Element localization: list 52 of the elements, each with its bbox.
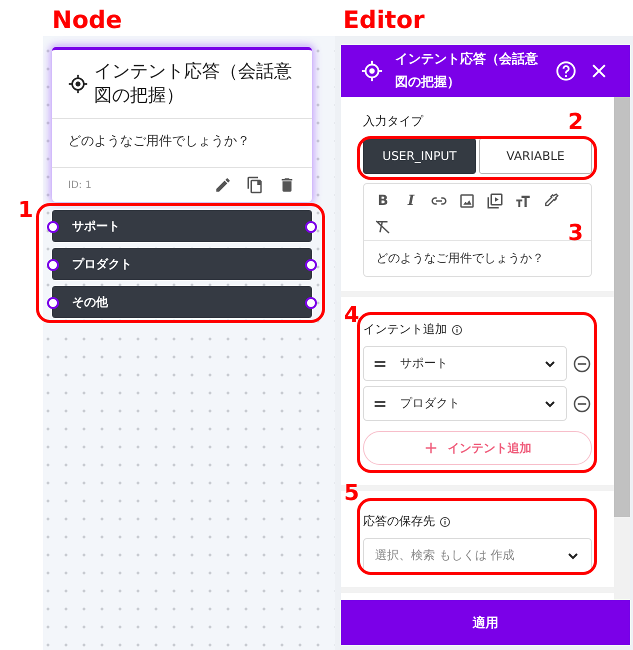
intent-select[interactable]: サポート: [363, 346, 567, 381]
connection-port[interactable]: [305, 259, 317, 271]
plus-icon: [424, 441, 438, 455]
clear-format-icon[interactable]: [374, 218, 392, 236]
panel-title: インテント応答（会話意図の把握）: [395, 50, 539, 92]
field-label: 入力タイプ: [363, 113, 423, 130]
annotation-number: 1: [18, 199, 34, 223]
remove-icon[interactable]: [572, 394, 592, 414]
annotation-label: Node: [52, 6, 122, 34]
connection-port[interactable]: [305, 297, 317, 309]
help-icon: [555, 60, 577, 82]
output-row[interactable]: サポート: [52, 210, 312, 242]
edit-icon[interactable]: [214, 176, 232, 194]
scrollbar[interactable]: [614, 97, 630, 600]
copy-icon[interactable]: [246, 176, 264, 194]
italic-button[interactable]: I: [400, 190, 422, 212]
toggle-button[interactable]: USER_INPUT: [363, 138, 476, 174]
output-row[interactable]: プロダクト: [52, 248, 312, 280]
output-label: サポート: [72, 218, 120, 234]
image-icon[interactable]: [458, 192, 476, 210]
node-message: どのようなご用件でしょうか？: [68, 134, 250, 149]
target-icon: [68, 74, 88, 94]
output-row[interactable]: その他: [52, 286, 312, 318]
help-button[interactable]: [555, 60, 577, 82]
annotation-number: 5: [344, 482, 360, 506]
toggle-button[interactable]: VARIABLE: [479, 138, 592, 174]
intent-select[interactable]: プロダクト: [363, 386, 567, 421]
message-text: どのようなご用件でしょうか？: [376, 251, 544, 265]
annotation-number: 2: [568, 111, 584, 135]
connection-port[interactable]: [47, 221, 59, 233]
node-card[interactable]: インテント応答（会話意図の把握） どのようなご用件でしょうか？ ID: 1: [52, 47, 312, 202]
field-label: 応答の保存先: [363, 513, 435, 530]
bold-button[interactable]: B: [372, 190, 394, 212]
info-icon: [439, 516, 451, 528]
annotation-label: Editor: [343, 6, 425, 34]
connection-port[interactable]: [47, 259, 59, 271]
field-label: インテント追加: [363, 321, 447, 338]
intent-value: プロダクト: [400, 395, 461, 412]
connection-port[interactable]: [47, 297, 59, 309]
video-icon[interactable]: [486, 192, 504, 210]
apply-button[interactable]: 適用: [341, 600, 630, 645]
output-label: プロダクト: [72, 256, 132, 272]
intent-value: サポート: [400, 355, 449, 372]
info-icon: [451, 324, 463, 336]
node-title: インテント応答（会話意図の把握）: [94, 60, 293, 108]
connection-port[interactable]: [305, 221, 317, 233]
remove-icon[interactable]: [572, 354, 592, 374]
output-label: その他: [72, 294, 108, 310]
target-icon: [361, 60, 383, 82]
annotation-number: 3: [568, 222, 584, 246]
annotation-number: 4: [344, 304, 360, 328]
node-id: ID: 1: [68, 180, 93, 190]
